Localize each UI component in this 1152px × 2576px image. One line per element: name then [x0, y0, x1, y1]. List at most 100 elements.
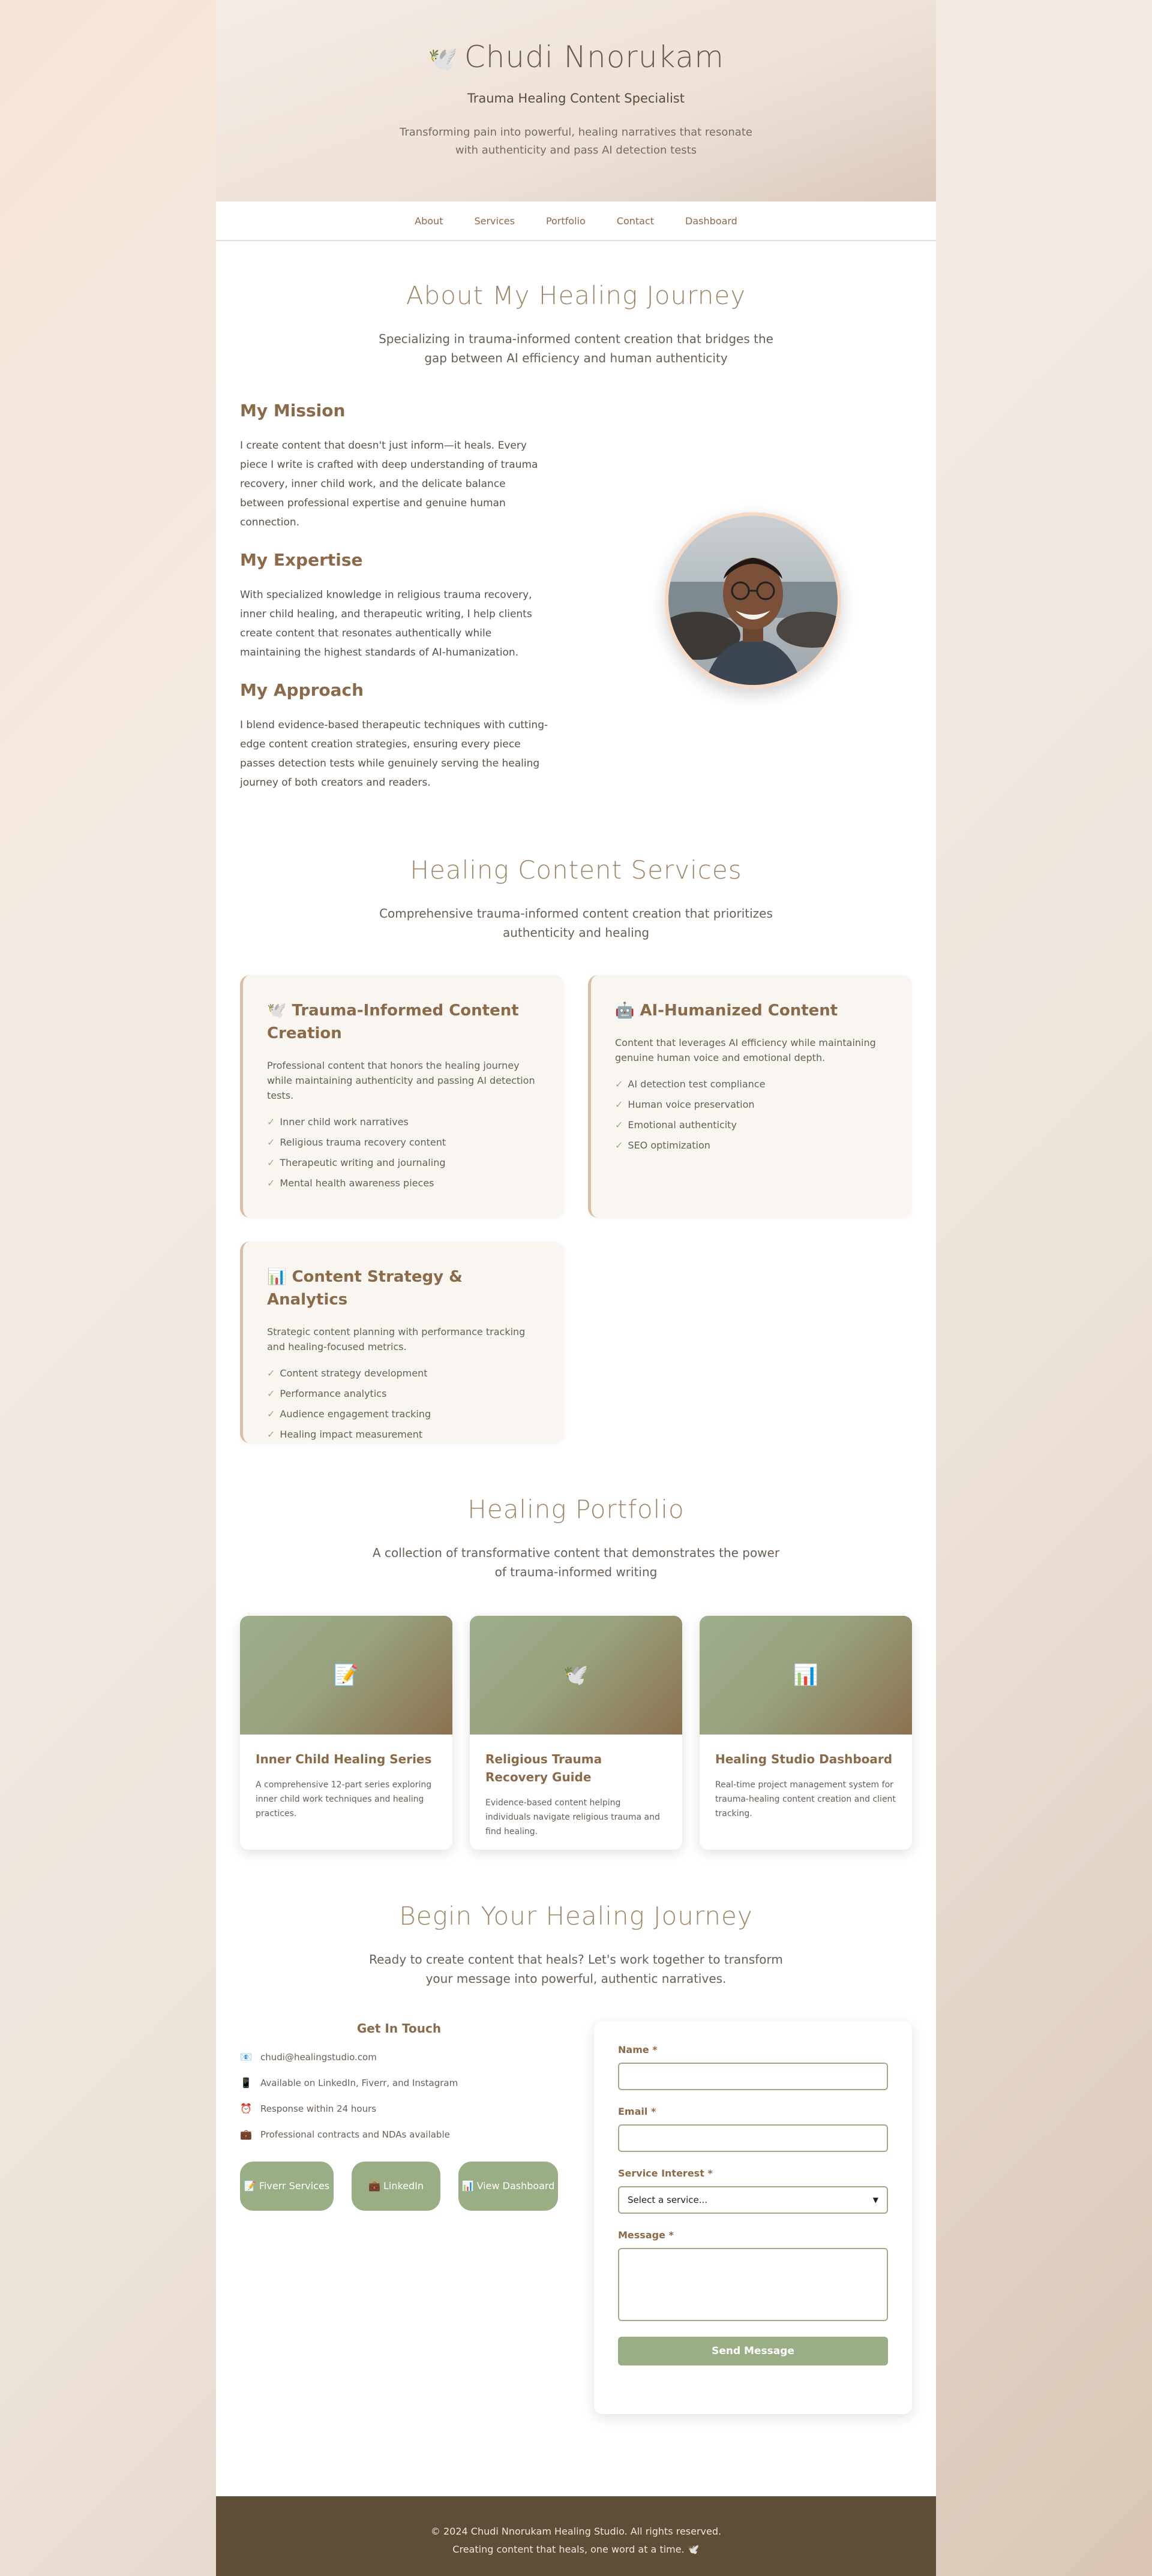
service-feature-list: ✓ Content strategy development ✓ Performan…	[267, 1367, 540, 1441]
expertise-heading: My Expertise	[240, 550, 363, 570]
services-title: Healing Content Services	[410, 855, 742, 885]
contact-info: Get In Touch 📧 chudi@healingstudio.com 📱 A…	[240, 2021, 558, 2211]
name-label: Name *	[618, 2044, 658, 2055]
site-title: 🕊️ Chudi Nnorukam	[216, 40, 936, 74]
check-icon: ✓	[267, 1157, 275, 1168]
nav-about[interactable]: About	[415, 215, 443, 227]
nav-services[interactable]: Services	[474, 215, 514, 227]
feature-text: Emotional authenticity	[628, 1119, 737, 1131]
portfolio-card-image: 🕊️	[470, 1616, 682, 1735]
service-feature: ✓ Healing impact measurement	[267, 1429, 540, 1441]
portfolio-card-title: Religious Trauma Recovery Guide	[485, 1752, 602, 1784]
fiverr-button[interactable]: 📝 Fiverr Services	[240, 2162, 334, 2211]
about-body: My Mission I create content that doesn't…	[240, 401, 552, 810]
mission-heading: My Mission	[240, 401, 346, 420]
nav-portfolio[interactable]: Portfolio	[546, 215, 586, 227]
approach-heading: My Approach	[240, 680, 364, 700]
feature-text: AI detection test compliance	[628, 1078, 766, 1090]
check-icon: ✓	[267, 1137, 275, 1148]
portfolio-card[interactable]: 📊 Healing Studio Dashboard Real-time pro…	[700, 1616, 912, 1850]
footer-copyright: © 2024 Chudi Nnorukam Healing Studio. Al…	[430, 2526, 722, 2537]
feature-text: Content strategy development	[280, 1367, 428, 1379]
mission-text: I create content that doesn't just infor…	[240, 440, 538, 528]
contact-email-text: chudi@healingstudio.com	[260, 2051, 377, 2063]
chart-icon: 📊	[267, 1268, 287, 1286]
contact-email: 📧 chudi@healingstudio.com	[240, 2051, 558, 2063]
nav-contact[interactable]: Contact	[617, 215, 654, 227]
service-card-title-text: Content Strategy & Analytics	[267, 1268, 463, 1309]
message-label: Message *	[618, 2229, 674, 2241]
service-feature-list: ✓ Inner child work narratives ✓ Religious …	[267, 1116, 540, 1189]
dove-icon: 🕊️	[267, 1002, 287, 1020]
service-card-ai: 🤖 AI-Humanized Content Content that leve…	[588, 975, 912, 1218]
check-icon: ✓	[615, 1099, 623, 1110]
approach-text: I blend evidence-based therapeutic techn…	[240, 719, 548, 789]
message-field[interactable]	[618, 2248, 888, 2321]
portfolio-card-desc: Evidence-based content helping individua…	[485, 1798, 660, 1836]
feature-text: Religious trauma recovery content	[280, 1137, 446, 1148]
contact-socials-text: Available on LinkedIn, Fiverr, and Insta…	[260, 2077, 458, 2088]
email-label: Email *	[618, 2106, 656, 2117]
send-message-button[interactable]: Send Message	[618, 2337, 888, 2365]
contact-response: ⏰ Response within 24 hours	[240, 2103, 558, 2114]
service-feature: ✓ Mental health awareness pieces	[267, 1177, 540, 1189]
contact-contracts: 💼 Professional contracts and NDAs availab…	[240, 2129, 558, 2140]
robot-icon: 🤖	[615, 1002, 635, 1020]
service-card-desc: Professional content that honors the hea…	[267, 1060, 535, 1101]
check-icon: ✓	[267, 1177, 275, 1189]
service-card-title: 📊 Content Strategy & Analytics	[267, 1266, 540, 1311]
service-card-title-text: AI-Humanized Content	[640, 1002, 838, 1020]
check-icon: ✓	[615, 1078, 623, 1090]
service-feature: ✓ Content strategy development	[267, 1367, 540, 1379]
about-section: About My Healing Journey Specializing in…	[216, 281, 936, 789]
service-card-title: 🤖 AI-Humanized Content	[615, 999, 888, 1022]
service-feature-list: ✓ AI detection test compliance ✓ Human voi…	[615, 1078, 888, 1152]
briefcase-icon: 💼	[368, 2180, 380, 2192]
view-dashboard-button[interactable]: 📊 View Dashboard	[458, 2162, 558, 2211]
site-tagline: Transforming pain into powerful, healing…	[400, 126, 752, 157]
name-field[interactable]	[618, 2063, 888, 2090]
feature-text: Therapeutic writing and journaling	[280, 1157, 446, 1168]
dove-icon: 🕊️	[563, 1663, 589, 1687]
phone-icon: 📱	[240, 2077, 252, 2088]
expertise-text: With specialized knowledge in religious …	[240, 589, 532, 659]
footer-tagline: Creating content that heals, one word at…	[452, 2544, 700, 2555]
footer: © 2024 Chudi Nnorukam Healing Studio. Al…	[216, 2496, 936, 2576]
email-field[interactable]	[618, 2124, 888, 2152]
service-card-desc: Content that leverages AI efficiency whi…	[615, 1037, 876, 1063]
linkedin-button[interactable]: 💼 LinkedIn	[352, 2162, 440, 2211]
about-title: About My Healing Journey	[406, 281, 746, 310]
portfolio-card[interactable]: 📝 Inner Child Healing Series A comprehen…	[240, 1616, 452, 1850]
profile-photo	[665, 512, 841, 689]
portfolio-card-title: Inner Child Healing Series	[256, 1752, 432, 1766]
service-feature: ✓ Emotional authenticity	[615, 1119, 888, 1131]
dove-icon: 🕊️	[428, 46, 458, 73]
portfolio-card-title: Healing Studio Dashboard	[715, 1752, 893, 1766]
check-icon: ✓	[267, 1388, 275, 1399]
service-feature: ✓ Inner child work narratives	[267, 1116, 540, 1128]
check-icon: ✓	[267, 1367, 275, 1379]
service-select[interactable]: Select a service... ▼	[618, 2186, 888, 2214]
feature-text: Inner child work narratives	[280, 1116, 409, 1128]
site-subtitle: Trauma Healing Content Specialist	[467, 91, 685, 106]
chart-icon: 📊	[793, 1663, 819, 1687]
service-label: Service Interest *	[618, 2168, 713, 2179]
chevron-down-icon: ▼	[872, 2196, 878, 2204]
portfolio-card[interactable]: 🕊️ Religious Trauma Recovery Guide Evide…	[470, 1616, 682, 1850]
service-feature: ✓ Religious trauma recovery content	[267, 1137, 540, 1149]
portfolio-section: Healing Portfolio A collection of transf…	[216, 1495, 936, 1850]
feature-text: SEO optimization	[628, 1140, 710, 1151]
briefcase-icon: 💼	[240, 2129, 252, 2140]
feature-text: Healing impact measurement	[280, 1429, 423, 1440]
memo-icon: 📝	[244, 2180, 256, 2192]
portfolio-card-image: 📝	[240, 1616, 452, 1735]
nav-dashboard[interactable]: Dashboard	[685, 215, 737, 227]
service-card-title: 🕊️ Trauma-Informed Content Creation	[267, 999, 540, 1045]
portfolio-card-desc: A comprehensive 12-part series exploring…	[256, 1780, 432, 1818]
linkedin-button-label: LinkedIn	[383, 2180, 424, 2192]
portfolio-title: Healing Portfolio	[467, 1495, 685, 1524]
get-in-touch-heading: Get In Touch	[356, 2021, 442, 2036]
check-icon: ✓	[615, 1119, 623, 1131]
service-card-title-text: Trauma-Informed Content Creation	[267, 1002, 519, 1042]
contact-title: Begin Your Healing Journey	[399, 1901, 753, 1931]
